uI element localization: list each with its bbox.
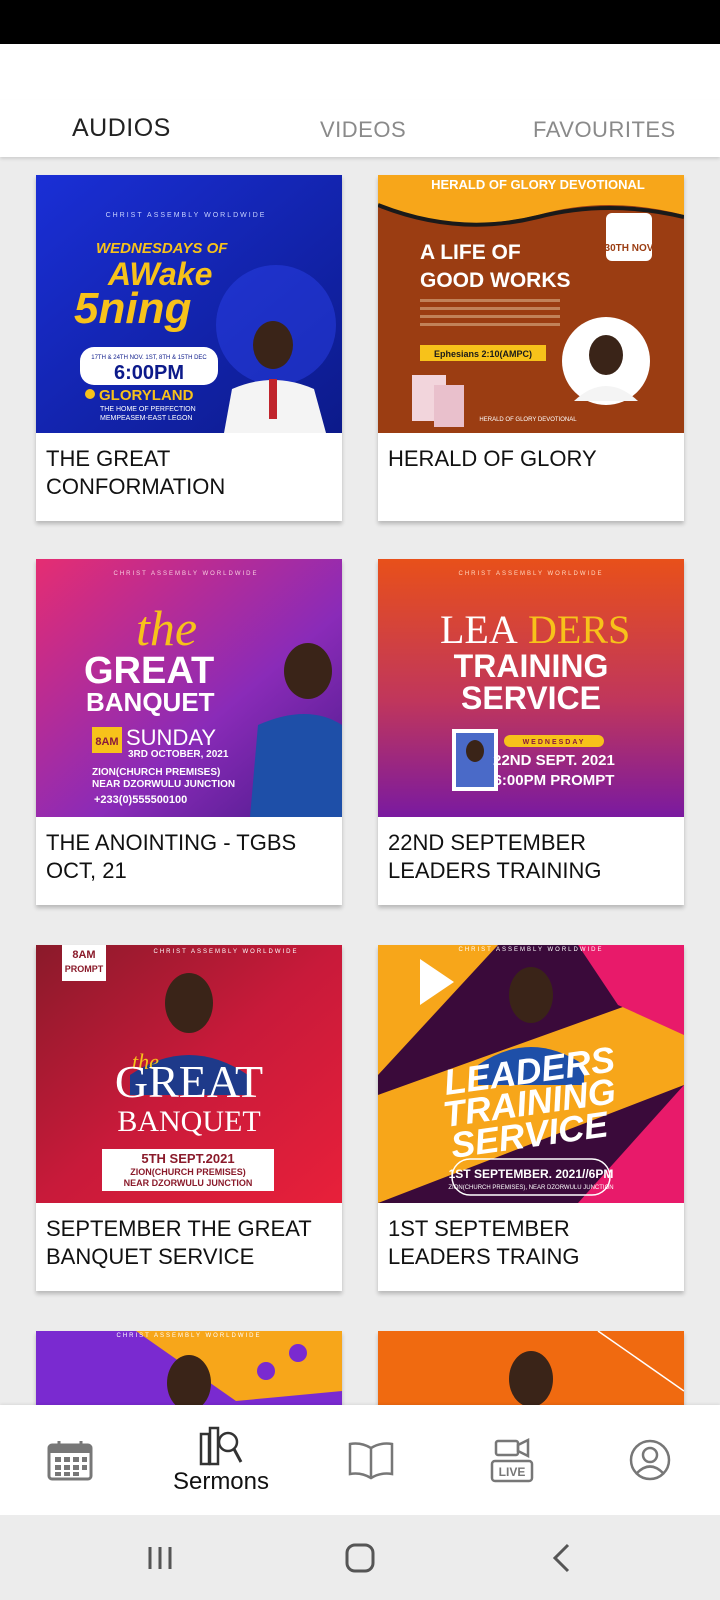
system-navigation — [0, 1515, 720, 1600]
poster-line3: SERVICE — [461, 680, 601, 716]
sermon-card[interactable]: 8AM PROMPT CHRIST ASSEMBLY WORLDWIDE the… — [36, 945, 342, 1291]
sermon-title: THE ANOINTING - TGBS OCT, 21 — [46, 830, 297, 883]
poster-line1: GREAT — [84, 650, 214, 692]
poster-date: 3RD OCTOBER, 2021 — [128, 749, 229, 760]
live-badge: LIVE — [499, 1465, 526, 1479]
sermon-title: THE GREAT CONFORMATION — [46, 446, 226, 499]
nav-calendar[interactable] — [30, 1405, 110, 1515]
poster-phone: +233(0)555500100 — [94, 794, 187, 806]
poster-org: CHRIST ASSEMBLY WORLDWIDE — [116, 1333, 261, 1339]
poster-org: CHRIST ASSEMBLY WORLDWIDE — [458, 571, 603, 577]
poster-ref: Ephesians 2:10(AMPC) — [434, 349, 532, 359]
poster-org: CHRIST ASSEMBLY WORLDWIDE — [153, 949, 298, 955]
poster-dates: 17TH & 24TH NOV. 1ST, 8TH & 15TH DEC — [91, 355, 207, 361]
poster-line1a: LEA — [440, 607, 518, 652]
sermon-card[interactable]: CHRIST ASSEMBLY WORLDWIDE — [36, 1331, 342, 1405]
nav-profile[interactable] — [606, 1405, 694, 1515]
sermon-card[interactable]: HERALD OF GLORY DEVOTIONAL 30TH NOV A LI… — [378, 175, 684, 521]
poster-line3: 5ning — [74, 284, 191, 333]
profile-icon — [629, 1439, 671, 1481]
poster-line2: BANQUET — [117, 1105, 260, 1138]
sermon-thumbnail: CHRIST ASSEMBLY WORLDWIDE — [36, 1331, 342, 1405]
sermon-title: SEPTEMBER THE GREAT BANQUET SERVICE — [46, 1216, 312, 1269]
sermon-card[interactable]: CHRIST ASSEMBLY WORLDWIDE WEDNESDAYS OF … — [36, 175, 342, 521]
nav-sermons[interactable]: Sermons — [160, 1405, 282, 1515]
home-button[interactable] — [320, 1515, 400, 1600]
poster-venue: ZION(CHURCH PREMISES), NEAR DZORWULU JUN… — [448, 1185, 613, 1191]
back-icon — [552, 1543, 570, 1572]
sermons-icon — [199, 1426, 243, 1466]
nav-sermons-label: Sermons — [172, 1468, 270, 1495]
poster-footer: HERALD OF GLORY DEVOTIONAL — [479, 417, 577, 423]
recent-apps-button[interactable] — [120, 1515, 200, 1600]
poster-script: the — [136, 600, 197, 656]
poster-line2: BANQUET — [86, 687, 215, 717]
home-icon — [345, 1543, 375, 1572]
sermon-title: 22ND SEPTEMBER LEADERS TRAINING — [388, 830, 602, 883]
sermon-card[interactable]: CHRIST ASSEMBLY WORLDWIDE the GREAT BANQ… — [36, 559, 342, 905]
nav-book[interactable] — [328, 1405, 414, 1515]
poster-line1: WEDNESDAYS OF — [96, 240, 228, 257]
sermon-thumbnail: HERALD OF GLORY DEVOTIONAL 30TH NOV A LI… — [378, 175, 684, 433]
poster-time: 6:00PM PROMPT — [494, 772, 615, 789]
tab-videos[interactable]: VIDEOS — [320, 117, 406, 143]
poster-badge2: PROMPT — [65, 964, 104, 974]
sermon-thumbnail: 8AM PROMPT CHRIST ASSEMBLY WORLDWIDE the… — [36, 945, 342, 1203]
sermon-card[interactable]: CHRIST ASSEMBLY WORLDWIDE LEADERS TRAINI… — [378, 945, 684, 1291]
tab-audios[interactable]: AUDIOS — [72, 114, 171, 143]
sermon-card[interactable] — [378, 1331, 684, 1405]
poster-venue1: ZION(CHURCH PREMISES) — [92, 767, 220, 778]
poster-org: CHRIST ASSEMBLY WORLDWIDE — [458, 947, 603, 953]
poster-venue1: ZION(CHURCH PREMISES) — [130, 1167, 246, 1177]
poster-venue-sub2: MEMPEASEM-EAST LEGON — [100, 415, 192, 422]
bottom-navigation: Sermons LIVE — [0, 1405, 720, 1515]
tab-bar: AUDIOS VIDEOS FAVOURITES — [0, 100, 720, 157]
poster-venue-sub1: THE HOME OF PERFECTION — [100, 406, 196, 413]
poster-date: 1ST SEPTEMBER. 2021//6PM — [449, 1167, 614, 1181]
poster-line1: A LIFE OF — [420, 241, 521, 264]
poster-line1b: DERS — [528, 607, 630, 652]
sermon-thumbnail: CHRIST ASSEMBLY WORLDWIDE LEA DERS TRAIN… — [378, 559, 684, 817]
sermon-title: HERALD OF GLORY — [388, 446, 597, 471]
sermon-thumbnail: CHRIST ASSEMBLY WORLDWIDE the GREAT BANQ… — [36, 559, 342, 817]
sermon-title: 1ST SEPTEMBER LEADERS TRAING — [388, 1216, 580, 1269]
sermon-grid: CHRIST ASSEMBLY WORLDWIDE WEDNESDAYS OF … — [0, 157, 720, 1405]
sermon-card[interactable]: CHRIST ASSEMBLY WORLDWIDE LEA DERS TRAIN… — [378, 559, 684, 905]
book-icon — [348, 1442, 394, 1480]
poster-line2: TRAINING — [454, 648, 609, 684]
poster-date: 22ND SEPT. 2021 — [493, 752, 615, 769]
poster-header: HERALD OF GLORY DEVOTIONAL — [431, 177, 645, 192]
poster-org: CHRIST ASSEMBLY WORLDWIDE — [106, 212, 267, 219]
app-header — [0, 44, 720, 100]
calendar-icon — [47, 1441, 93, 1481]
sermon-thumbnail: CHRIST ASSEMBLY WORLDWIDE WEDNESDAYS OF … — [36, 175, 342, 433]
recent-apps-icon — [148, 1546, 172, 1569]
poster-time: 8AM — [95, 736, 118, 748]
poster-time: 6:00PM — [114, 362, 184, 384]
live-video-icon: LIVE — [490, 1437, 534, 1483]
poster-venue: GLORYLAND — [99, 387, 194, 404]
back-button[interactable] — [522, 1515, 602, 1600]
poster-line2: GOOD WORKS — [420, 269, 571, 292]
poster-venue2: NEAR DZORWULU JUNCTION — [124, 1178, 253, 1188]
poster-org: CHRIST ASSEMBLY WORLDWIDE — [113, 571, 258, 577]
tab-favourites[interactable]: FAVOURITES — [533, 117, 676, 143]
sermon-thumbnail — [378, 1331, 684, 1405]
poster-badge1: 8AM — [72, 949, 95, 961]
poster-date: 30TH NOV — [605, 243, 654, 254]
sermon-thumbnail: CHRIST ASSEMBLY WORLDWIDE LEADERS TRAINI… — [378, 945, 684, 1203]
status-bar — [0, 0, 720, 44]
nav-live[interactable]: LIVE — [470, 1405, 554, 1515]
poster-day: SUNDAY — [126, 725, 216, 750]
poster-line1: GREAT — [115, 1056, 263, 1107]
poster-date: 5TH SEPT.2021 — [141, 1151, 234, 1166]
poster-venue2: NEAR DZORWULU JUNCTION — [92, 779, 235, 790]
poster-day: WEDNESDAY — [523, 739, 586, 746]
